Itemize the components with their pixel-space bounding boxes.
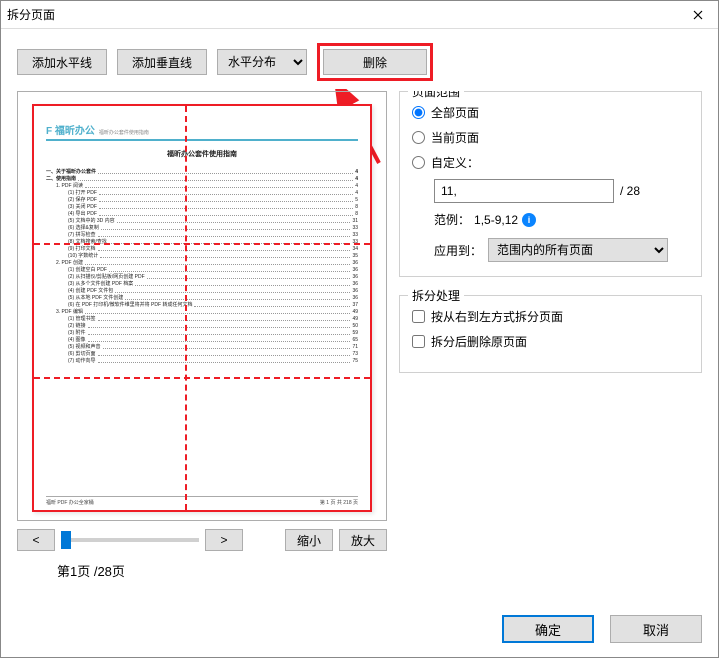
window-title: 拆分页面 <box>7 6 55 23</box>
footer-right: 第 1 页 共 218 页 <box>320 499 358 506</box>
apply-to-select[interactable]: 范围内的所有页面 <box>488 238 668 262</box>
split-handling-title: 拆分处理 <box>408 287 464 304</box>
toc-row: (6) 剪切页面73 <box>46 351 358 358</box>
doc-title: 福昕办公套件使用指南 <box>46 149 358 159</box>
table-of-contents: 一、关于福昕办公套件4二、使用指南41. PDF 阅读4(1) 打开 PDF4(… <box>46 169 358 365</box>
page-preview[interactable]: F 福昕办公 福昕办公套件使用指南 福昕办公套件使用指南 一、关于福昕办公套件4… <box>32 104 372 512</box>
toc-row: (6) 选择&复制33 <box>46 225 358 232</box>
delete-highlight: 删除 <box>317 43 433 81</box>
toc-row: (6) 在 PDF 打印机/微软件维里将并将 PDF 转成任何文档37 <box>46 302 358 309</box>
total-pages-label: / 28 <box>620 184 640 198</box>
add-vertical-line-button[interactable]: 添加垂直线 <box>117 49 207 75</box>
toc-row: 3. PDF 编辑49 <box>46 309 358 316</box>
page-footer: 福昕 PDF 办公全家桶 第 1 页 共 218 页 <box>46 496 358 506</box>
toc-row: (5) 视频和声音71 <box>46 344 358 351</box>
preview-panel: F 福昕办公 福昕办公套件使用指南 福昕办公套件使用指南 一、关于福昕办公套件4… <box>17 91 387 603</box>
logo-subtitle: 福昕办公套件使用指南 <box>99 129 149 136</box>
preview-frame: F 福昕办公 福昕办公套件使用指南 福昕办公套件使用指南 一、关于福昕办公套件4… <box>17 91 387 521</box>
radio-all-pages[interactable]: 全部页面 <box>412 104 689 121</box>
add-horizontal-line-button[interactable]: 添加水平线 <box>17 49 107 75</box>
toc-row: (1) 管理书签49 <box>46 316 358 323</box>
apply-to-row: 应用到： 范围内的所有页面 <box>412 238 689 262</box>
footer-left: 福昕 PDF 办公全家桶 <box>46 499 94 506</box>
delete-button[interactable]: 删除 <box>323 49 427 75</box>
title-bar: 拆分页面 <box>1 1 718 29</box>
settings-panel: 页面范围 全部页面 当前页面 自定义： / 28 范例： 1,5-9,12 i … <box>399 91 702 603</box>
next-page-button[interactable]: > <box>205 529 243 551</box>
main-content: F 福昕办公 福昕办公套件使用指南 福昕办公套件使用指南 一、关于福昕办公套件4… <box>1 91 718 603</box>
zoom-in-button[interactable]: 放大 <box>339 529 387 551</box>
toc-row: (5) 文档中的 3D 内容31 <box>46 218 358 225</box>
toc-row: 1. PDF 阅读4 <box>46 183 358 190</box>
close-button[interactable] <box>678 1 718 29</box>
custom-range-row: / 28 <box>412 179 689 203</box>
toc-row: (1) 创建空白 PDF36 <box>46 267 358 274</box>
custom-range-input[interactable] <box>434 179 614 203</box>
zoom-out-button[interactable]: 缩小 <box>285 529 333 551</box>
ok-button[interactable]: 确定 <box>502 615 594 643</box>
apply-to-label: 应用到： <box>434 242 482 259</box>
distribute-select[interactable]: 水平分布 <box>217 49 307 75</box>
range-hint: 范例： 1,5-9,12 i <box>412 211 689 228</box>
preview-nav-row: < > 缩小 放大 <box>17 529 387 551</box>
toc-row: (2) 链接50 <box>46 323 358 330</box>
toc-row: (1) 打开 PDF4 <box>46 190 358 197</box>
page-content: F 福昕办公 福昕办公套件使用指南 福昕办公套件使用指南 一、关于福昕办公套件4… <box>34 106 370 510</box>
split-handling-group: 拆分处理 按从右到左方式拆分页面 拆分后删除原页面 <box>399 295 702 373</box>
radio-custom[interactable]: 自定义： <box>412 154 689 171</box>
toc-row: (5) 从本地 PDF 文件创建36 <box>46 295 358 302</box>
checkbox-rtl-split[interactable]: 按从右到左方式拆分页面 <box>412 308 689 325</box>
toc-row: (7) 动作向导75 <box>46 358 358 365</box>
checkbox-delete-original[interactable]: 拆分后删除原页面 <box>412 333 689 350</box>
toc-row: (9) 打印文档34 <box>46 246 358 253</box>
toc-row: (7) 拼写检查33 <box>46 232 358 239</box>
close-icon <box>693 10 703 20</box>
toc-row: 二、使用指南4 <box>46 176 358 183</box>
cancel-button[interactable]: 取消 <box>610 615 702 643</box>
info-icon[interactable]: i <box>522 213 536 227</box>
radio-current-page[interactable]: 当前页面 <box>412 129 689 146</box>
toc-row: (3) 附件59 <box>46 330 358 337</box>
toc-row: (3) 从多个文件创建 PDF 档案36 <box>46 281 358 288</box>
toc-row: (8) 文档搜索/查找33 <box>46 239 358 246</box>
page-range-group: 页面范围 全部页面 当前页面 自定义： / 28 范例： 1,5-9,12 i … <box>399 91 702 277</box>
toc-row: (10) 字数统计35 <box>46 253 358 260</box>
toc-row: 一、关于福昕办公套件4 <box>46 169 358 176</box>
doc-logo: F 福昕办公 福昕办公套件使用指南 <box>46 122 358 141</box>
page-indicator: 第1页 /28页 <box>17 561 387 580</box>
toc-row: (2) 保存 PDF5 <box>46 197 358 204</box>
page-range-title: 页面范围 <box>408 91 464 100</box>
logo-brand: F 福昕办公 <box>46 122 95 137</box>
toc-row: (4) 导出 PDF8 <box>46 211 358 218</box>
prev-page-button[interactable]: < <box>17 529 55 551</box>
dialog-footer: 确定 取消 <box>1 603 718 657</box>
toc-row: (2) 从扫描仪/剪贴板/网页创建 PDF36 <box>46 274 358 281</box>
toc-row: (4) 创建 PDF 文件包36 <box>46 288 358 295</box>
toc-row: (4) 图像65 <box>46 337 358 344</box>
toc-row: (3) 关闭 PDF8 <box>46 204 358 211</box>
toc-row: 2. PDF 创建36 <box>46 260 358 267</box>
toolbar: 添加水平线 添加垂直线 水平分布 删除 <box>1 29 718 91</box>
page-slider[interactable] <box>61 529 199 551</box>
